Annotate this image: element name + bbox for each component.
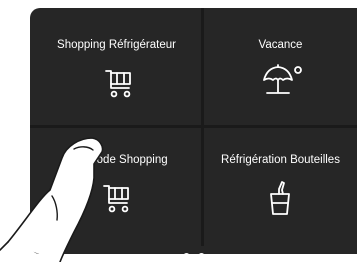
tile-flexmode-shopping[interactable]: FlexMode Shopping bbox=[32, 128, 201, 245]
tile-label: FlexMode Shopping bbox=[65, 154, 168, 166]
shopping-cart-icon bbox=[105, 70, 131, 98]
tile-label: Réfrigération Bouteilles bbox=[221, 154, 340, 166]
tile-label: Vacance bbox=[258, 39, 303, 51]
beach-umbrella-sun-icon bbox=[263, 64, 302, 94]
page-dot-active[interactable] bbox=[182, 253, 190, 254]
tile-label: Shopping Réfrigérateur bbox=[57, 39, 176, 51]
shopping-cart-icon bbox=[103, 185, 129, 213]
page-dot-inactive[interactable] bbox=[197, 253, 205, 254]
control-panel-screen: Shopping Réfrigérateur Vacance FlexMode … bbox=[30, 8, 357, 254]
bottle-ice-bucket-icon bbox=[270, 181, 290, 215]
tile-shopping-refrigerateur[interactable]: Shopping Réfrigérateur bbox=[32, 10, 201, 125]
page-indicator bbox=[30, 247, 357, 254]
tile-refrigeration-bouteilles[interactable]: Réfrigération Bouteilles bbox=[204, 128, 357, 245]
tile-vacance[interactable]: Vacance bbox=[204, 10, 357, 125]
